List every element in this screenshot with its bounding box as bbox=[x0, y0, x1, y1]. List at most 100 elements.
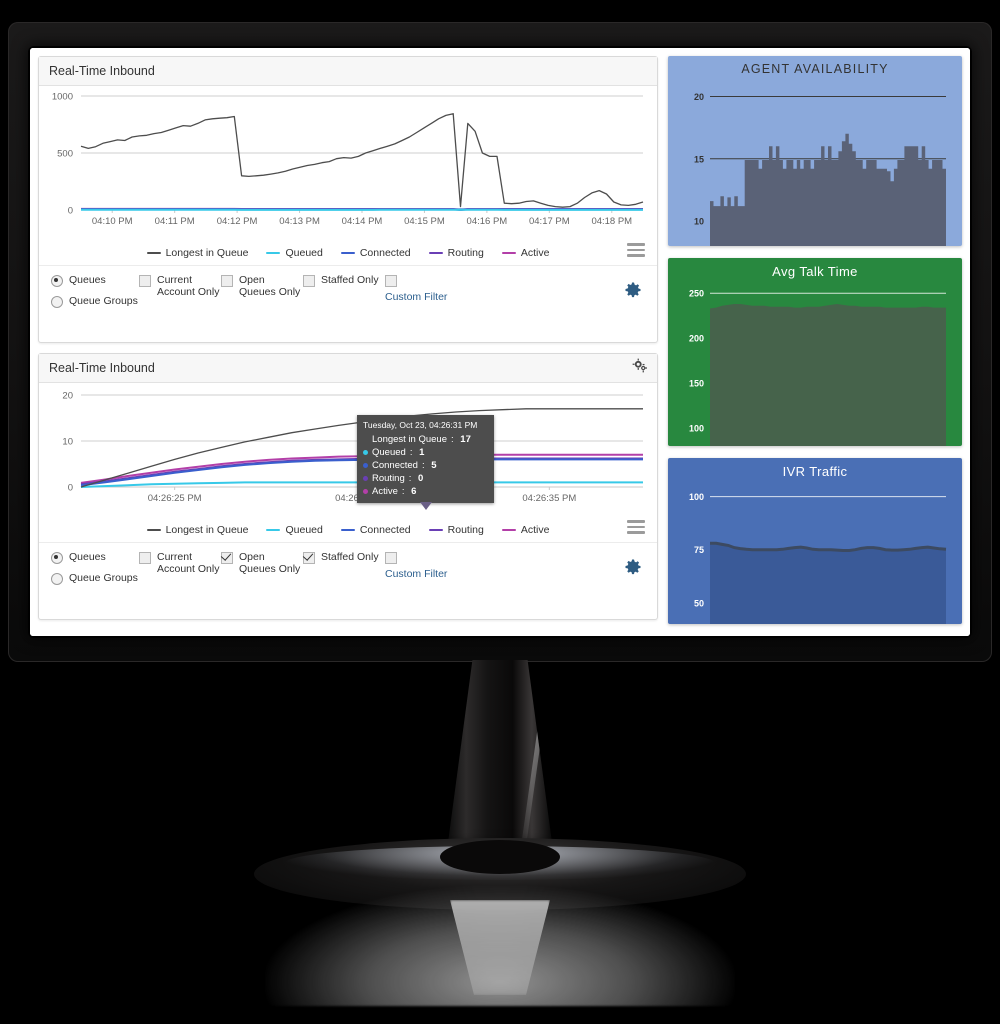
gear-icon[interactable] bbox=[623, 557, 643, 582]
hamburger-menu-icon[interactable] bbox=[627, 243, 645, 257]
monitor-frame: Real-Time Inbound 0 50 0 100 0 04:10 PM 04:11 … bbox=[8, 22, 992, 662]
svg-text:20: 20 bbox=[694, 92, 704, 102]
legend-item[interactable]: Queued bbox=[266, 247, 323, 259]
legend-item[interactable]: Routing bbox=[428, 524, 484, 536]
radio-dot bbox=[51, 296, 63, 308]
tooltip-value: 1 bbox=[419, 447, 425, 458]
checkbox-staffed-only[interactable]: Staffed Only bbox=[303, 551, 385, 564]
checkbox-custom-filter[interactable] bbox=[385, 552, 397, 564]
tooltip-row: Routing: 0 bbox=[363, 472, 487, 485]
legend-item[interactable]: Active bbox=[501, 524, 549, 536]
svg-text:04:26:35 PM: 04:26:35 PM bbox=[522, 493, 576, 504]
legend-item[interactable]: Connected bbox=[340, 524, 411, 536]
legend-swatch bbox=[428, 528, 443, 532]
checkbox-label: Open Queues Only bbox=[239, 551, 301, 575]
tooltip-row: Connected: 5 bbox=[363, 459, 487, 472]
legend-item[interactable]: Active bbox=[501, 247, 549, 259]
svg-text:200: 200 bbox=[689, 334, 704, 344]
legend-label: Connected bbox=[359, 247, 411, 259]
svg-text:0: 0 bbox=[68, 206, 73, 217]
checkbox-custom-filter[interactable] bbox=[385, 275, 397, 287]
checkbox-box bbox=[221, 275, 233, 287]
custom-filter-group: Custom Filter bbox=[385, 551, 505, 580]
radio-queues[interactable]: Queues bbox=[51, 274, 139, 287]
custom-filter-link[interactable]: Custom Filter bbox=[385, 291, 505, 303]
panel-body: 0102004:26:25 PM04:26:30 PM04:26:35 PM T… bbox=[39, 383, 657, 619]
checkbox-current-account-only[interactable]: Current Account Only bbox=[139, 274, 221, 298]
tooltip-dot bbox=[363, 450, 368, 455]
svg-text:04:26:25 PM: 04:26:25 PM bbox=[148, 493, 202, 504]
tooltip-dot bbox=[363, 437, 368, 442]
chart-controls-top: Queues Queue Groups Current Account Only… bbox=[39, 265, 657, 342]
panel-header: Real-Time Inbound bbox=[39, 354, 657, 383]
svg-text:04:11 PM: 04:11 PM bbox=[155, 216, 195, 227]
svg-text:04:18 PM: 04:18 PM bbox=[591, 216, 632, 227]
checkbox-open-queues-only[interactable]: Open Queues Only bbox=[221, 274, 303, 298]
hamburger-menu-icon[interactable] bbox=[627, 520, 645, 534]
svg-text:04:16 PM: 04:16 PM bbox=[467, 216, 508, 227]
chart-realtime-inbound-top: 0 500 1000 04:10 PM 04:11 PM 04:12 PM 04:13 PM… bbox=[52, 92, 644, 227]
chart-legend-top: Longest in Queue Queued Connected Routin… bbox=[39, 241, 657, 265]
panel-realtime-inbound-top: Real-Time Inbound 0 500 1000 04:10 PM 04:11 … bbox=[38, 56, 658, 343]
svg-text:04:12 PM: 04:12 PM bbox=[217, 216, 258, 227]
legend-swatch bbox=[146, 528, 161, 532]
legend-label: Routing bbox=[447, 524, 484, 536]
radio-queues[interactable]: Queues bbox=[51, 551, 139, 564]
tooltip-label: Active bbox=[372, 486, 398, 497]
widget-ivr-traffic[interactable]: IVR Traffic 50 75 100 bbox=[668, 458, 962, 624]
legend-item[interactable]: Queued bbox=[266, 524, 323, 536]
legend-label: Longest in Queue bbox=[165, 524, 249, 536]
checkbox-label: Staffed Only bbox=[321, 551, 379, 563]
checkbox-current-account-only[interactable]: Current Account Only bbox=[139, 551, 221, 575]
checkbox-staffed-only[interactable]: Staffed Only bbox=[303, 274, 385, 287]
settings-gears-icon[interactable] bbox=[632, 358, 647, 378]
checkbox-box bbox=[139, 552, 151, 564]
dashboard-right-column: AGENT AVAILABILITY 10 15 20 Avg Talk Time … bbox=[668, 56, 962, 628]
svg-text:04:10 PM: 04:10 PM bbox=[92, 216, 133, 227]
legend-item[interactable]: Longest in Queue bbox=[146, 247, 248, 259]
chart-tooltip: Tuesday, Oct 23, 04:26:31 PM Longest in … bbox=[357, 415, 494, 510]
tooltip-label: Connected bbox=[372, 460, 418, 471]
svg-text:50: 50 bbox=[694, 598, 704, 608]
legend-item[interactable]: Longest in Queue bbox=[146, 524, 249, 536]
legend-label: Queued bbox=[285, 247, 323, 259]
panel-body: 0 500 1000 04:10 PM 04:11 PM 04:12 PM 04:13 PM… bbox=[39, 86, 657, 342]
checkbox-box bbox=[221, 552, 233, 564]
widget-agent-availability[interactable]: AGENT AVAILABILITY 10 15 20 bbox=[668, 56, 962, 246]
widget-avg-talk-time[interactable]: Avg Talk Time 100 150 200 250 bbox=[668, 258, 962, 446]
svg-text:04:14 PM: 04:14 PM bbox=[342, 216, 383, 227]
svg-text:100: 100 bbox=[689, 492, 704, 502]
checkbox-box bbox=[303, 552, 315, 564]
gear-icon[interactable] bbox=[623, 280, 643, 305]
custom-filter-link[interactable]: Custom Filter bbox=[385, 568, 505, 580]
radio-label: Queues bbox=[69, 551, 106, 563]
tooltip-value: 17 bbox=[460, 434, 471, 445]
legend-label: Routing bbox=[447, 247, 484, 259]
radio-queue-groups[interactable]: Queue Groups bbox=[51, 572, 139, 585]
legend-swatch bbox=[266, 251, 281, 255]
page-title: Real-Time Inbound bbox=[49, 64, 155, 78]
radio-dot bbox=[51, 573, 63, 585]
checkbox-open-queues-only[interactable]: Open Queues Only bbox=[221, 551, 303, 575]
svg-text:100: 100 bbox=[689, 424, 704, 434]
svg-text:20: 20 bbox=[62, 391, 73, 402]
chart-avg-talk-time: 100 150 200 250 bbox=[689, 289, 946, 446]
dashboard: Real-Time Inbound 0 50 0 100 0 04:10 PM 04:11 … bbox=[30, 48, 970, 636]
legend-item[interactable]: Connected bbox=[340, 247, 411, 259]
radio-label: Queue Groups bbox=[69, 572, 138, 584]
widget-title: AGENT AVAILABILITY bbox=[741, 62, 889, 76]
monitor-stand-neck bbox=[447, 660, 553, 850]
svg-text:0: 0 bbox=[68, 483, 73, 494]
tooltip-value: 0 bbox=[418, 473, 424, 484]
dashboard-left-column: Real-Time Inbound 0 500 1000 04:10 PM 04:11 … bbox=[38, 56, 658, 628]
custom-filter-group: Custom Filter bbox=[385, 274, 505, 303]
radio-label: Queue Groups bbox=[69, 295, 138, 307]
radio-dot bbox=[51, 552, 63, 564]
tooltip-value: 5 bbox=[431, 460, 437, 471]
chart-controls-bottom: Queues Queue Groups Current Account Only… bbox=[39, 542, 657, 619]
legend-swatch bbox=[266, 528, 281, 532]
radio-queue-groups[interactable]: Queue Groups bbox=[51, 295, 139, 308]
scope-radio-group: Queues Queue Groups bbox=[51, 274, 139, 308]
checkbox-box bbox=[139, 275, 151, 287]
legend-item[interactable]: Routing bbox=[428, 247, 484, 259]
